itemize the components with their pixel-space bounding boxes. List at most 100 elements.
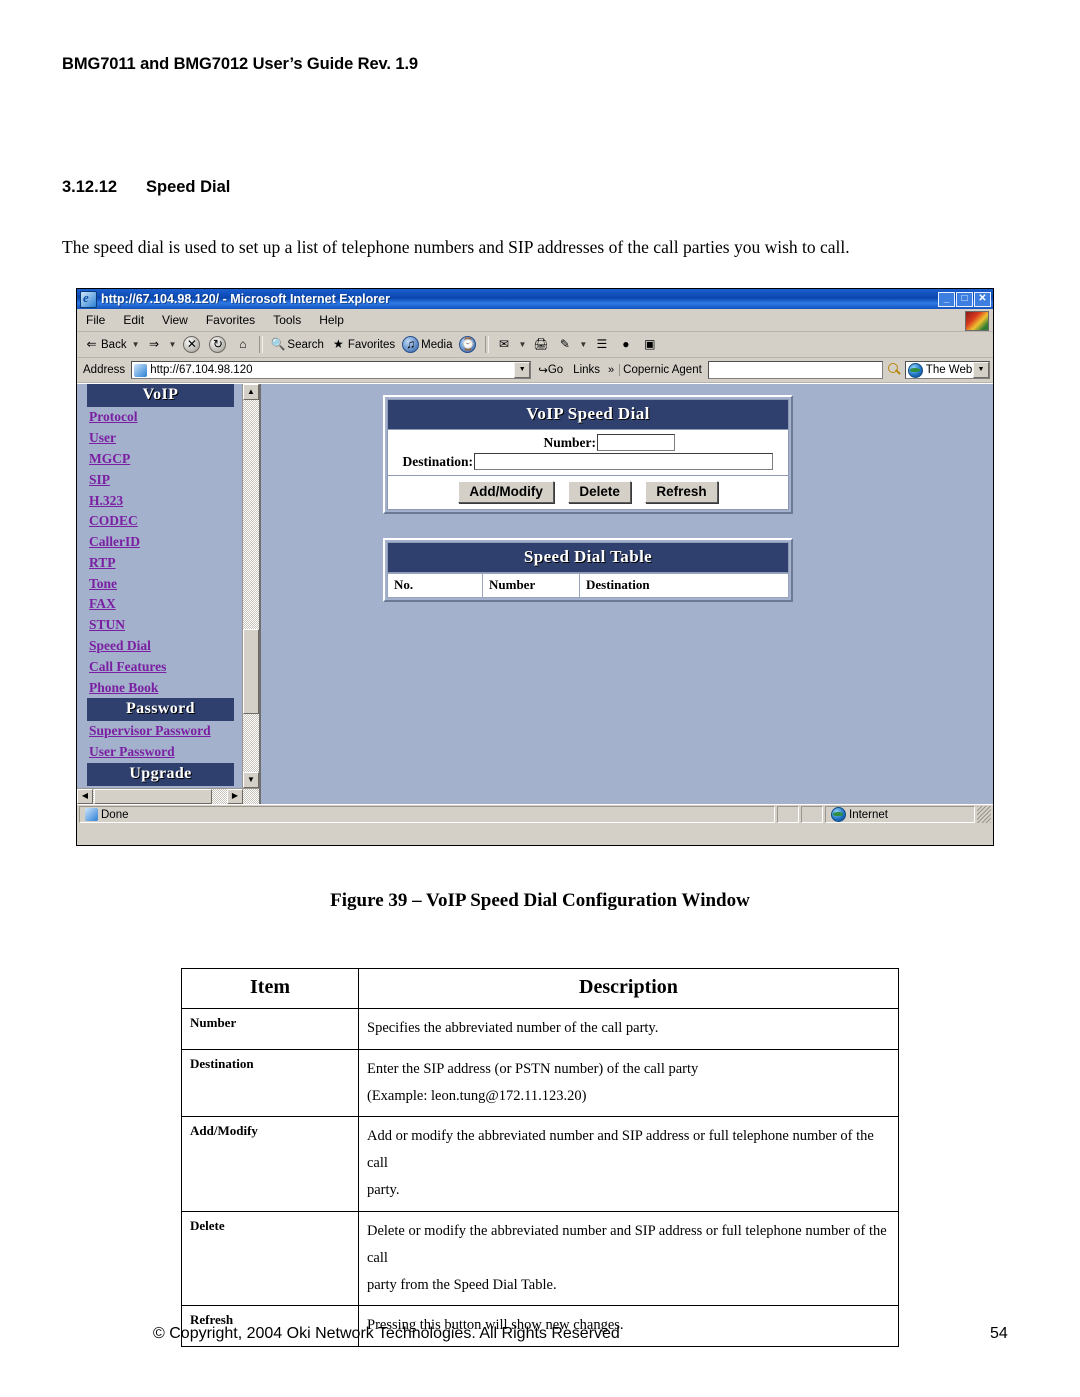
forward-dropdown-icon[interactable]: ▼ bbox=[169, 340, 177, 349]
edit-button[interactable]: ✎ bbox=[554, 336, 577, 353]
menu-item-view[interactable]: View bbox=[153, 312, 197, 328]
add-modify-button[interactable]: Add/Modify bbox=[458, 481, 554, 503]
number-input[interactable] bbox=[597, 434, 675, 451]
horizontal-scroll-thumb[interactable] bbox=[94, 789, 212, 804]
minimize-button[interactable]: _ bbox=[938, 291, 955, 307]
navigation-vertical-scrollbar[interactable]: ▲ ▼ bbox=[242, 384, 259, 788]
printer-icon: 🖨 bbox=[533, 337, 549, 351]
internet-zone-icon bbox=[831, 807, 846, 822]
search-scope-dropdown-icon[interactable]: ▼ bbox=[973, 362, 989, 378]
sidebar-item-h323[interactable]: H.323 bbox=[77, 490, 242, 511]
favorites-button-label: Favorites bbox=[347, 338, 396, 351]
research-button[interactable]: ▣ bbox=[639, 336, 662, 353]
close-button[interactable]: ✕ bbox=[974, 291, 991, 307]
column-header-no: No. bbox=[387, 573, 483, 598]
address-value: http://67.104.98.120 bbox=[150, 364, 253, 376]
copernic-agent-label: Copernic Agent bbox=[619, 364, 705, 376]
toolbar-separator-2 bbox=[485, 336, 490, 353]
desc-item-number: Number bbox=[181, 1008, 359, 1050]
media-button[interactable]: ♫ Media bbox=[399, 335, 455, 354]
navigation-scroll-area: VoIP Protocol User MGCP SIP H.323 CODEC … bbox=[77, 384, 242, 788]
menu-item-edit[interactable]: Edit bbox=[114, 312, 153, 328]
address-input[interactable]: http://67.104.98.120 ▼ bbox=[131, 361, 532, 379]
delete-button[interactable]: Delete bbox=[568, 481, 631, 503]
browser-titlebar: http://67.104.98.120/ - Microsoft Intern… bbox=[77, 289, 993, 309]
sidebar-item-supervisor-password[interactable]: Supervisor Password bbox=[77, 721, 242, 742]
sidebar-item-call-features[interactable]: Call Features bbox=[77, 656, 242, 677]
messenger-button[interactable]: ● bbox=[615, 336, 638, 353]
back-dropdown-icon[interactable]: ▼ bbox=[132, 340, 140, 349]
sidebar-item-speed-dial[interactable]: Speed Dial bbox=[77, 636, 242, 657]
vertical-scroll-thumb[interactable] bbox=[243, 629, 259, 714]
scroll-right-arrow-icon[interactable]: ▶ bbox=[227, 789, 243, 804]
destination-input[interactable] bbox=[474, 453, 773, 470]
resize-grip-icon[interactable] bbox=[977, 806, 991, 823]
navigation-horizontal-scrollbar[interactable]: ◀ ▶ bbox=[77, 788, 259, 804]
refresh-button[interactable]: Refresh bbox=[645, 481, 718, 503]
edit-dropdown-icon[interactable]: ▼ bbox=[579, 340, 587, 349]
table-row: Number Specifies the abbreviated number … bbox=[181, 1008, 899, 1050]
main-frame: VoIP Speed Dial Number: Destination: Add… bbox=[261, 384, 993, 804]
home-button[interactable]: ⌂ bbox=[232, 336, 255, 353]
desc-text-destination: Enter the SIP address (or PSTN number) o… bbox=[358, 1048, 899, 1118]
voip-speed-dial-form: Number: Destination: bbox=[387, 430, 789, 476]
sidebar-item-fax[interactable]: FAX bbox=[77, 594, 242, 615]
sidebar-item-phone-book[interactable]: Phone Book bbox=[77, 677, 242, 698]
menu-item-file[interactable]: File bbox=[77, 312, 114, 328]
address-dropdown-icon[interactable]: ▼ bbox=[514, 362, 531, 378]
forward-button[interactable]: ⇒ bbox=[144, 336, 167, 353]
links-chevron-icon[interactable]: » bbox=[606, 364, 616, 376]
print-button[interactable]: 🖨 bbox=[530, 336, 553, 353]
sidebar-item-protocol[interactable]: Protocol bbox=[77, 407, 242, 428]
stop-button[interactable]: ✕ bbox=[180, 335, 205, 354]
globe-icon bbox=[907, 362, 923, 378]
search-scope-select[interactable]: The Web ▼ bbox=[904, 361, 990, 379]
sidebar-item-mgcp[interactable]: MGCP bbox=[77, 449, 242, 470]
research-icon: ▣ bbox=[644, 337, 656, 351]
back-arrow-icon: ⇐ bbox=[86, 337, 97, 351]
page-icon bbox=[134, 363, 148, 377]
menu-item-help[interactable]: Help bbox=[310, 312, 353, 328]
sidebar-item-callerid[interactable]: CallerID bbox=[77, 532, 242, 553]
search-button[interactable]: 🔍 Search bbox=[267, 336, 326, 353]
go-button[interactable]: ↪ Go bbox=[534, 363, 567, 377]
copernic-search-input[interactable] bbox=[707, 361, 883, 379]
desc-line: Specifies the abbreviated number of the … bbox=[367, 1020, 659, 1036]
sidebar-banner-password: Password bbox=[87, 697, 234, 721]
sidebar-item-tone[interactable]: Tone bbox=[77, 573, 242, 594]
sidebar-item-stun[interactable]: STUN bbox=[77, 615, 242, 636]
refresh-button[interactable]: ↻ bbox=[206, 335, 231, 354]
go-button-label: Go bbox=[547, 364, 564, 376]
running-head: BMG7011 and BMG7012 User’s Guide Rev. 1.… bbox=[62, 55, 418, 73]
voip-speed-dial-header: VoIP Speed Dial bbox=[387, 399, 789, 430]
history-button[interactable]: ⌚ bbox=[456, 335, 481, 354]
menu-item-favorites[interactable]: Favorites bbox=[197, 312, 264, 328]
address-label: Address bbox=[83, 364, 126, 376]
browser-status-bar: Done Internet bbox=[77, 804, 993, 824]
back-button[interactable]: ⇐ Back bbox=[81, 336, 130, 353]
sidebar-item-sip[interactable]: SIP bbox=[77, 469, 242, 490]
sidebar-item-rtp[interactable]: RTP bbox=[77, 552, 242, 573]
column-header-number: Number bbox=[482, 573, 580, 598]
links-button[interactable]: Links bbox=[570, 364, 603, 376]
security-zone-pane: Internet bbox=[825, 806, 975, 823]
table-row: Add/Modify Add or modify the abbreviated… bbox=[181, 1116, 899, 1212]
scroll-up-arrow-icon[interactable]: ▲ bbox=[243, 384, 259, 400]
menu-item-tools[interactable]: Tools bbox=[264, 312, 310, 328]
discuss-button[interactable]: ☰ bbox=[591, 336, 614, 353]
status-message: Done bbox=[101, 808, 129, 821]
section-heading: 3.12.12 Speed Dial bbox=[62, 178, 230, 197]
sidebar-item-user[interactable]: User bbox=[77, 428, 242, 449]
scroll-down-arrow-icon[interactable]: ▼ bbox=[243, 772, 259, 788]
sidebar-item-codec[interactable]: CODEC bbox=[77, 511, 242, 532]
mail-button[interactable]: ✉ bbox=[493, 336, 516, 353]
scroll-left-arrow-icon[interactable]: ◀ bbox=[77, 789, 93, 804]
maximize-button[interactable]: □ bbox=[956, 291, 973, 307]
favorites-button[interactable]: ★ Favorites bbox=[328, 336, 398, 353]
sidebar-item-user-password[interactable]: User Password bbox=[77, 742, 242, 763]
magnifier-icon[interactable] bbox=[886, 362, 902, 378]
number-field-row: Number: bbox=[388, 430, 788, 451]
brand-logo-icon bbox=[965, 311, 989, 331]
mail-dropdown-icon[interactable]: ▼ bbox=[518, 340, 526, 349]
status-page-icon bbox=[85, 808, 98, 821]
